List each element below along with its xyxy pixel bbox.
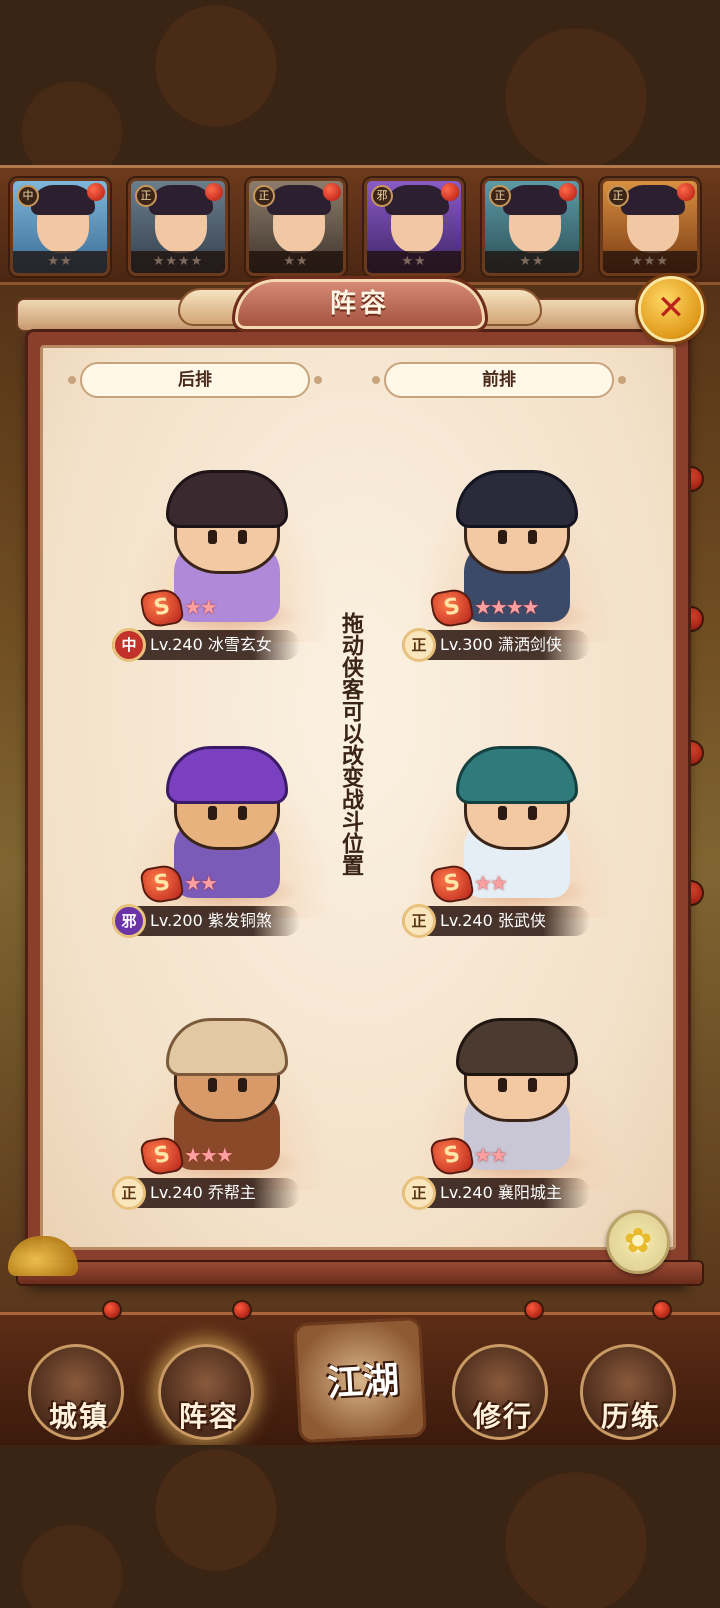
bottom-background [0,1445,720,1608]
drag-hint-text: 拖动侠客可以改变战斗位置 [338,612,363,876]
lantern-ornament [652,1300,672,1320]
hero-hair [166,746,288,804]
lantern-ornament [102,1300,122,1320]
lantern-ornament [232,1300,252,1320]
hero-level: Lv.240 [150,1183,203,1202]
nav-training-button[interactable]: 修行 [452,1344,548,1440]
close-button[interactable]: ✕ [638,276,704,342]
hero-eye [528,806,537,820]
hero-level: Lv.200 [150,911,203,930]
star-rating: ★★★ [184,1143,234,1167]
roster-card[interactable]: 邪 ★★ [364,178,464,276]
roster-card[interactable]: 正 ★★ [246,178,346,276]
hero-eye [528,1078,537,1092]
hero-hair [456,1018,578,1076]
hero-eye [238,1078,247,1092]
alignment-badge: 正 [402,628,436,662]
alignment-badge: 正 [402,904,436,938]
hero-level: Lv.240 [150,635,203,654]
hero-eye [208,806,217,820]
star-rating: ★★ [485,251,579,273]
star-rating: ★★★ [603,251,697,273]
roster-card[interactable]: 正 ★★★★ [128,178,228,276]
star-rating: ★★★★ [474,595,540,619]
alignment-badge: 中 [112,628,146,662]
hero-eye [528,530,537,544]
hero-name: 冰雪玄女 [207,635,272,654]
hero-eye [498,530,507,544]
hero-level: Lv.240 [440,911,493,930]
hero-eye [498,806,507,820]
nav-jianghu-button[interactable]: 江湖 [292,1316,428,1444]
alignment-badge: 正 [135,185,157,207]
star-rating: ★★ [474,871,508,895]
roster-card[interactable]: 正 ★★ [482,178,582,276]
star-rating: ★★ [184,595,218,619]
hero-slot-front-3[interactable]: S ★★ 正 Lv.240 襄阳城主 [402,1010,632,1240]
hero-eye [238,530,247,544]
star-rating: ★★ [184,871,218,895]
alignment-badge: 正 [607,185,629,207]
notification-dot [323,183,341,201]
nav-experience-label: 历练 [600,1400,661,1433]
hero-level: Lv.300 [440,635,493,654]
nav-town-button[interactable]: 城镇 [28,1344,124,1440]
hero-eye [208,1078,217,1092]
nav-town-label: 城镇 [48,1400,109,1433]
panel-bottom-frame [18,1262,702,1284]
notification-dot [677,183,695,201]
notification-dot [87,183,105,201]
nav-lineup-button[interactable]: 阵容 [158,1344,254,1440]
top-background [0,0,720,165]
hero-level: Lv.240 [440,1183,493,1202]
notification-dot [441,183,459,201]
star-rating: ★★ [474,1143,508,1167]
star-rating: ★★★★ [131,251,225,273]
alignment-badge: 邪 [371,185,393,207]
hero-eye [208,530,217,544]
hero-eye [498,1078,507,1092]
alignment-badge: 正 [402,1176,436,1210]
hero-name: 紫发铜煞 [207,911,272,930]
hero-name: 襄阳城主 [497,1183,562,1202]
hero-slot-back-3[interactable]: S ★★★ 正 Lv.240 乔帮主 [112,1010,342,1240]
nav-experience-button[interactable]: 历练 [580,1344,676,1440]
star-rating: ★★ [249,251,343,273]
alignment-badge: 中 [17,185,39,207]
nav-lineup-label: 阵容 [178,1400,239,1433]
notification-dot [205,183,223,201]
alignment-badge: 邪 [112,904,146,938]
nav-jianghu-label: 江湖 [326,1359,401,1405]
hero-hair [166,470,288,528]
hero-hair [456,470,578,528]
back-row-header: 后排 [68,362,322,398]
hero-slot-back-1[interactable]: S ★★ 中 Lv.240 冰雪玄女 [112,462,342,692]
hero-name: 乔帮主 [207,1183,256,1202]
roster-card[interactable]: 中 ★★ [10,178,110,276]
panel-title: 阵容 [232,276,488,332]
hero-name: 潇洒剑侠 [497,635,562,654]
hero-headwrap [166,1018,288,1076]
notification-dot [559,183,577,201]
front-row-header: 前排 [372,362,626,398]
star-rating: ★★ [13,251,107,273]
hero-hair [456,746,578,804]
hero-slot-back-2[interactable]: S ★★ 邪 Lv.200 紫发铜煞 [112,738,342,968]
alignment-badge: 正 [253,185,275,207]
hero-name: 张武侠 [497,911,546,930]
hero-slot-front-1[interactable]: S ★★★★ 正 Lv.300 潇洒剑侠 [402,462,632,692]
hero-slot-front-2[interactable]: S ★★ 正 Lv.240 张武侠 [402,738,632,968]
flower-icon: ✿ [623,1221,653,1261]
lantern-ornament [524,1300,544,1320]
star-rating: ★★ [367,251,461,273]
nav-training-label: 修行 [472,1400,533,1433]
close-icon: ✕ [656,288,686,328]
roster-card[interactable]: 正 ★★★ [600,178,700,276]
hero-eye [238,806,247,820]
alignment-badge: 正 [112,1176,146,1210]
flower-button[interactable]: ✿ [606,1210,670,1274]
alignment-badge: 正 [489,185,511,207]
